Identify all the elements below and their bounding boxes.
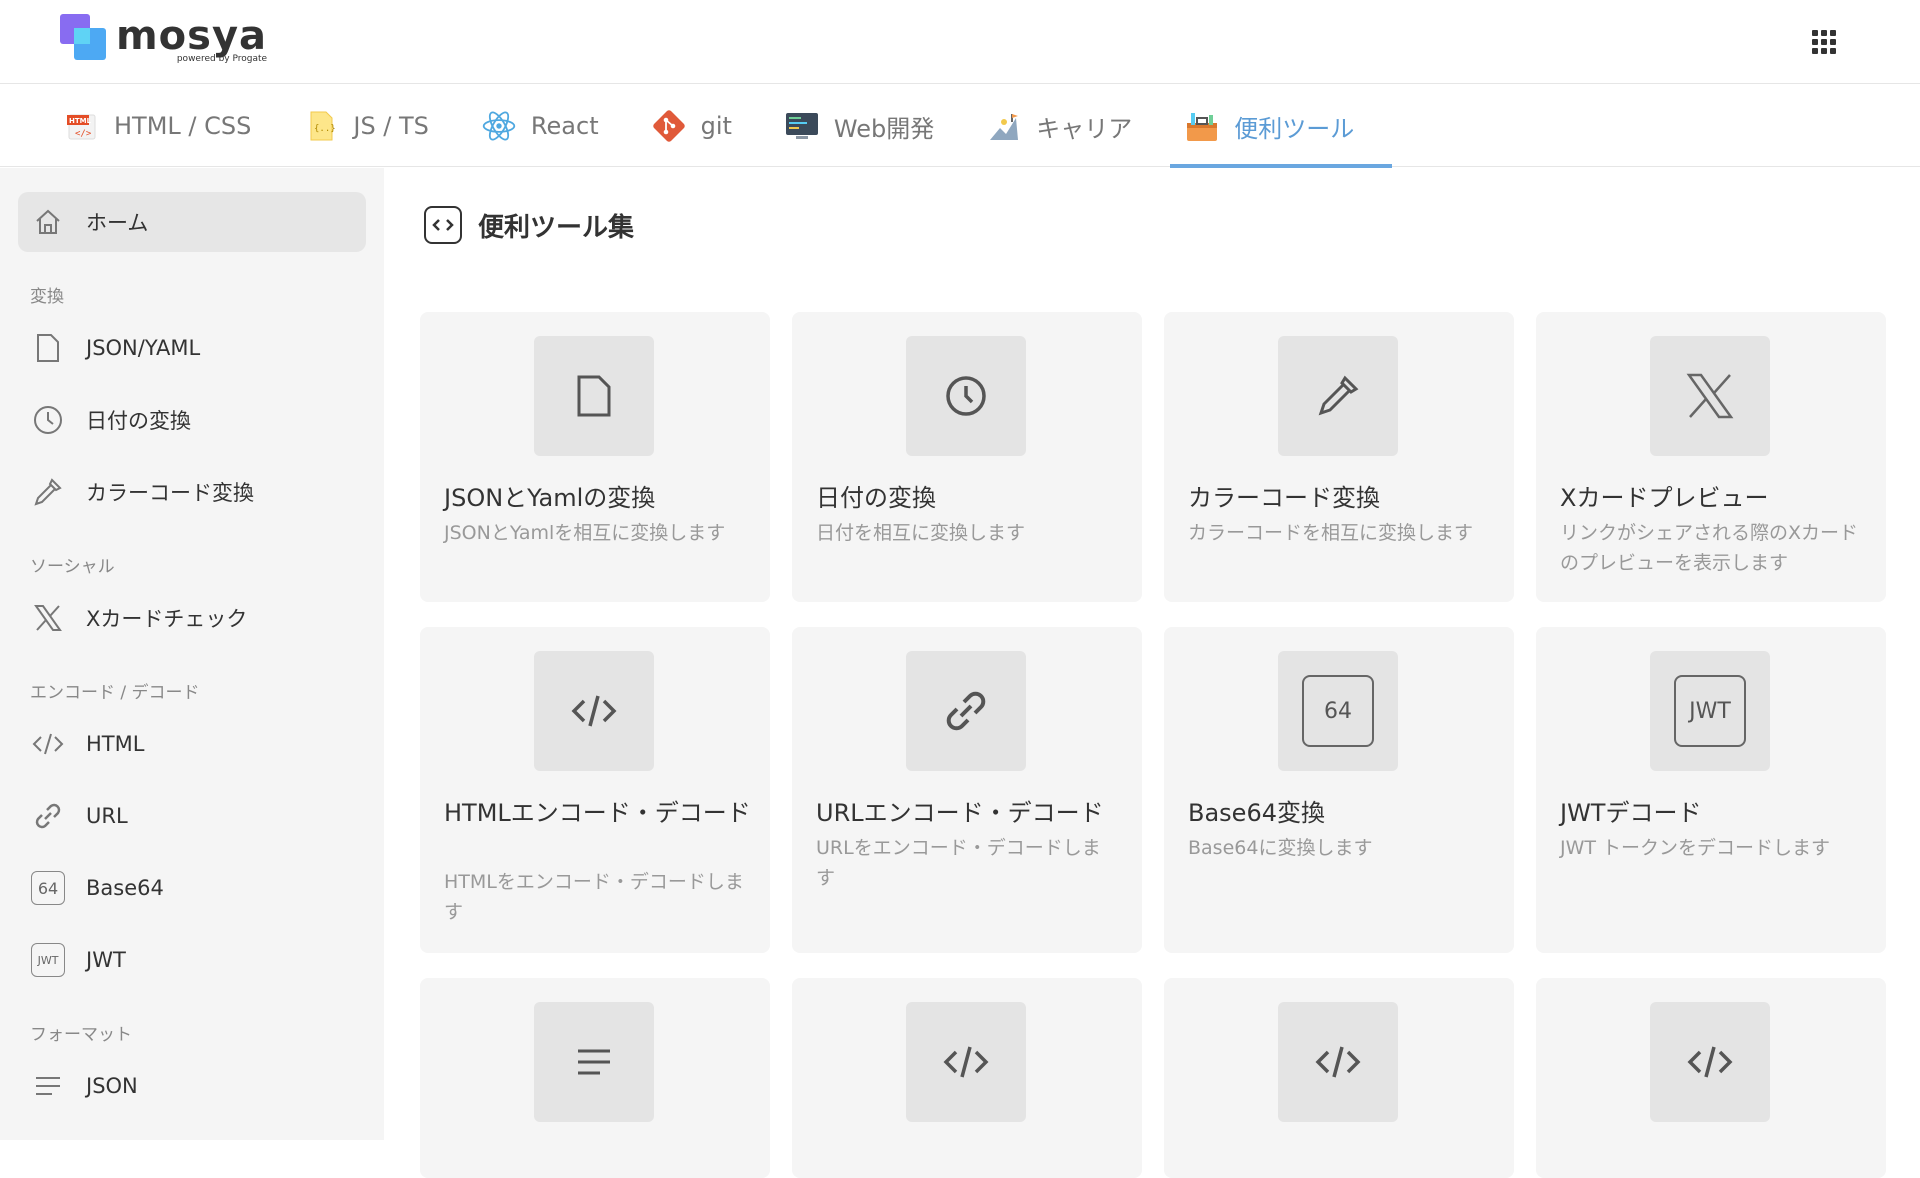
card-description: リンクがシェアされる際のXカードのプレビューを表示します — [1560, 522, 1859, 574]
tab-web-dev[interactable]: Web開発 — [770, 85, 972, 167]
card-title: Base64変換 — [1188, 799, 1325, 827]
align-left-icon — [30, 1068, 66, 1104]
svg-text:HTML: HTML — [69, 117, 92, 125]
link-icon — [30, 798, 66, 834]
card-title: 日付の変換 — [816, 484, 936, 512]
file-icon — [30, 330, 66, 366]
section-format: フォーマット — [30, 1025, 132, 1045]
x-icon — [30, 600, 66, 636]
sidebar-item-url[interactable]: URL — [18, 786, 366, 846]
card-description: JWT トークンをデコードします — [1560, 837, 1831, 859]
sidebar-item-xcard[interactable]: Xカードチェック — [18, 588, 366, 648]
sidebar-item-color[interactable]: カラーコード変換 — [18, 462, 366, 522]
card-description: カラーコードを相互に変換します — [1188, 522, 1474, 544]
code-icon — [906, 1002, 1026, 1122]
card-description: URLをエンコード・デコードします — [816, 837, 1101, 889]
sidebar-item-jwt[interactable]: JWT JWT — [18, 930, 366, 990]
tool-card-format-3[interactable] — [1164, 978, 1514, 1178]
tool-card-format-2[interactable] — [792, 978, 1142, 1178]
page-heading: 便利ツール集 — [478, 212, 635, 243]
jwt-icon: JWT — [31, 943, 65, 977]
card-description: Base64に変換します — [1188, 837, 1373, 859]
top-header: mosya powered by Progate — [0, 0, 1920, 84]
tool-card-jwt[interactable]: JWT JWTデコード JWT トークンをデコードします — [1536, 627, 1886, 953]
tool-card-format-4[interactable] — [1536, 978, 1886, 1178]
tab-html-css[interactable]: HTML </> HTML / CSS — [50, 85, 289, 167]
code-bracket-icon — [424, 206, 462, 244]
x-icon — [1650, 336, 1770, 456]
html-css-icon: HTML </> — [64, 108, 100, 144]
web-dev-icon — [784, 108, 820, 144]
tool-card-xcard[interactable]: Xカードプレビュー リンクがシェアされる際のXカードのプレビューを表示します — [1536, 312, 1886, 602]
card-title: カラーコード変換 — [1188, 484, 1380, 512]
sidebar-item-json[interactable]: JSON — [18, 1056, 366, 1116]
link-icon — [906, 651, 1026, 771]
page-title: 便利ツール集 — [424, 206, 634, 244]
tab-tools[interactable]: 便利ツール — [1170, 85, 1393, 168]
card-title: JWTデコード — [1560, 799, 1702, 827]
tool-card-color[interactable]: カラーコード変換 カラーコードを相互に変換します — [1164, 312, 1514, 602]
code-icon — [1650, 1002, 1770, 1122]
card-title: URLエンコード・デコード — [816, 799, 1104, 827]
tools-icon — [1184, 108, 1220, 144]
sidebar-item-html[interactable]: HTML — [18, 714, 366, 774]
tab-react[interactable]: React — [467, 85, 637, 167]
category-tabs: HTML </> HTML / CSS {..} JS / TS React gi… — [0, 85, 1920, 168]
logo-mark-icon — [60, 14, 108, 62]
section-social: ソーシャル — [30, 557, 115, 577]
align-left-icon — [534, 1002, 654, 1122]
apps-grid-icon[interactable] — [1812, 30, 1836, 54]
section-encode-decode: エンコード / デコード — [30, 683, 200, 703]
tab-js-ts[interactable]: {..} JS / TS — [289, 85, 467, 167]
code-icon — [534, 651, 654, 771]
tool-card-base64[interactable]: 64 Base64変換 Base64に変換します — [1164, 627, 1514, 953]
tool-card-json-format[interactable] — [420, 978, 770, 1178]
svg-text:{..}: {..} — [314, 124, 336, 134]
code-icon — [1278, 1002, 1398, 1122]
card-description: 日付を相互に変換します — [816, 522, 1026, 544]
file-icon — [534, 336, 654, 456]
clock-icon — [906, 336, 1026, 456]
sidebar-item-json-yaml[interactable]: JSON/YAML — [18, 318, 366, 378]
career-icon — [986, 108, 1022, 144]
sidebar: ホーム 変換 JSON/YAML 日付の変換 カラーコード変換 ソーシャル Xカ… — [0, 168, 384, 1140]
tool-card-date[interactable]: 日付の変換 日付を相互に変換します — [792, 312, 1142, 602]
jwt-icon: JWT — [1674, 675, 1746, 747]
git-icon — [651, 108, 687, 144]
section-convert: 変換 — [30, 287, 64, 307]
tool-card-html[interactable]: HTMLエンコード・デコード HTMLをエンコード・デコードします — [420, 627, 770, 953]
logo-word: mosya — [116, 13, 268, 59]
sidebar-item-home[interactable]: ホーム — [18, 192, 366, 252]
base64-icon: 64 — [1302, 675, 1374, 747]
card-description: JSONとYamlを相互に変換します — [444, 522, 726, 544]
clock-icon — [30, 402, 66, 438]
tool-card-url[interactable]: URLエンコード・デコード URLをエンコード・デコードします — [792, 627, 1142, 953]
card-description: HTMLをエンコード・デコードします — [444, 871, 744, 923]
sidebar-item-base64[interactable]: 64 Base64 — [18, 858, 366, 918]
js-ts-icon: {..} — [303, 108, 339, 144]
card-title: JSONとYamlの変換 — [444, 484, 656, 512]
svg-text:</>: </> — [75, 129, 92, 139]
sidebar-item-date[interactable]: 日付の変換 — [18, 390, 366, 450]
tab-git[interactable]: git — [637, 85, 770, 167]
tool-card-json-yaml[interactable]: JSONとYamlの変換 JSONとYamlを相互に変換します — [420, 312, 770, 602]
base64-icon: 64 — [31, 871, 65, 905]
eyedropper-icon — [1278, 336, 1398, 456]
mosya-logo[interactable]: mosya powered by Progate — [60, 14, 267, 64]
code-icon — [30, 726, 66, 762]
card-title: Xカードプレビュー — [1560, 484, 1769, 512]
home-icon — [30, 204, 66, 240]
eyedropper-icon — [30, 474, 66, 510]
card-title: HTMLエンコード・デコード — [444, 799, 751, 827]
react-icon — [481, 108, 517, 144]
tab-career[interactable]: キャリア — [972, 85, 1170, 167]
